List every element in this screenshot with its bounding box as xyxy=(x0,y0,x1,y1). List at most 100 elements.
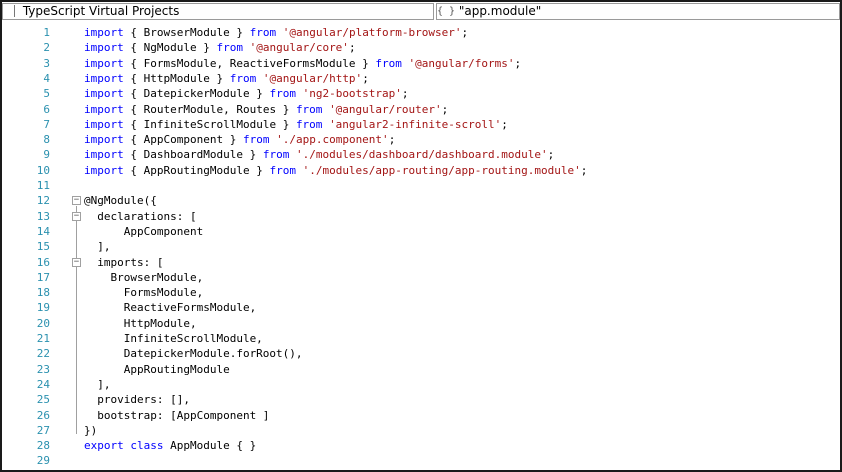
code-line[interactable]: 21 InfiniteScrollModule, xyxy=(2,331,840,346)
string-token: '@angular/forms' xyxy=(408,56,515,70)
code-token: { BrowserModule } xyxy=(123,26,250,39)
code-line[interactable]: 2 import { NgModule } from '@angular/core… xyxy=(2,40,840,55)
line-number: 10 xyxy=(36,163,50,177)
code-token: { DatepickerModule } xyxy=(123,87,270,101)
code-token: providers: [], xyxy=(84,393,190,407)
code-text: providers: [], xyxy=(84,392,190,407)
code-line[interactable]: 4 import { HttpModule } from '@angular/ht… xyxy=(2,71,840,86)
line-number: 28 xyxy=(36,439,50,453)
code-text: }) xyxy=(84,423,97,438)
string-token: '@angular/router' xyxy=(329,102,442,116)
keyword-token: import xyxy=(84,56,124,70)
code-line[interactable]: 5 import { DatepickerModule } from 'ng2-b… xyxy=(2,86,840,101)
keyword-token: from xyxy=(295,117,323,131)
line-number: 29 xyxy=(36,454,50,468)
code-text: import { InfiniteScrollModule } from 'an… xyxy=(84,117,508,132)
keyword-token: from xyxy=(269,87,296,101)
line-number: 27 xyxy=(36,423,50,437)
keyword-token: from xyxy=(249,26,277,39)
code-text: import { DatepickerModule } from 'ng2-bo… xyxy=(84,86,409,101)
code-line[interactable]: 6 import { RouterModule, Routes } from '@… xyxy=(2,102,840,117)
code-text: import { AppComponent } from './app.comp… xyxy=(84,132,395,147)
line-number: 19 xyxy=(36,301,50,315)
code-line[interactable]: 24 ], xyxy=(2,377,840,392)
code-token: { RouterModule, Routes } xyxy=(123,102,296,116)
string-token: '@angular/core' xyxy=(249,41,349,55)
code-line[interactable]: 12 − @NgModule({ xyxy=(2,193,840,208)
code-text: ReactiveFormsModule, xyxy=(84,300,256,315)
code-line[interactable]: 26 bootstrap: [AppComponent ] xyxy=(2,408,840,423)
code-token: AppComponent xyxy=(84,224,204,238)
code-token: @NgModule({ xyxy=(84,194,157,208)
code-line[interactable]: 27}) xyxy=(2,423,840,438)
code-token: AppRoutingModule xyxy=(84,362,230,376)
code-line[interactable]: 15 ], xyxy=(2,239,840,254)
code-line[interactable]: 13 − declarations: [ xyxy=(2,209,840,224)
code-text: import { BrowserModule } from '@angular/… xyxy=(84,25,468,40)
code-text: DatepickerModule.forRoot(), xyxy=(84,346,303,361)
code-text: bootstrap: [AppComponent ] xyxy=(84,408,269,423)
collapse-minus-icon[interactable]: − xyxy=(72,211,81,221)
code-token: ReactiveFormsModule, xyxy=(84,301,257,315)
code-token: HttpModule, xyxy=(84,316,197,330)
keyword-token: from xyxy=(242,133,270,147)
keyword-token: from xyxy=(295,102,323,116)
code-line[interactable]: 7 import { InfiniteScrollModule } from 'a… xyxy=(2,117,840,132)
navigation-bar: TypeScript Virtual Projects { } "app.mod… xyxy=(2,2,840,21)
code-editor[interactable]: 1 import { BrowserModule } from '@angular… xyxy=(2,22,840,470)
code-line[interactable]: 1 import { BrowserModule } from '@angular… xyxy=(2,25,840,40)
code-text: import { HttpModule } from '@angular/htt… xyxy=(84,71,369,86)
string-token: 'ng2-bootstrap' xyxy=(302,87,402,101)
code-line[interactable]: 3 import { FormsModule, ReactiveFormsModu… xyxy=(2,56,840,71)
code-line[interactable]: 14 AppComponent xyxy=(2,224,840,239)
keyword-token: import xyxy=(84,41,124,55)
code-token: ; xyxy=(501,117,508,131)
code-line[interactable]: 22 DatepickerModule.forRoot(), xyxy=(2,346,840,361)
line-number: 11 xyxy=(36,179,50,192)
keyword-token: from xyxy=(269,163,296,177)
code-line[interactable]: 25 providers: [], xyxy=(2,392,840,407)
code-token: { AppRoutingModule } xyxy=(123,163,270,177)
code-token: }) xyxy=(84,423,98,437)
code-line[interactable]: 9 import { DashboardModule } from './modu… xyxy=(2,147,840,162)
code-token: ; xyxy=(580,163,588,177)
code-token: ; xyxy=(401,87,409,101)
code-line[interactable]: 29 xyxy=(2,453,840,468)
member-dropdown[interactable]: { } "app.module" xyxy=(436,3,840,20)
line-number: 23 xyxy=(36,362,50,376)
collapse-minus-icon[interactable]: − xyxy=(72,196,81,206)
code-line[interactable]: 19 ReactiveFormsModule, xyxy=(2,300,840,315)
braces-icon: { } xyxy=(437,6,456,17)
code-line[interactable]: 10 import { AppRoutingModule } from './mo… xyxy=(2,163,840,178)
code-line[interactable]: 8 import { AppComponent } from './app.com… xyxy=(2,132,840,147)
keyword-token: from xyxy=(375,56,402,70)
code-line[interactable]: 11 xyxy=(2,178,840,193)
code-line[interactable]: 16 − imports: [ xyxy=(2,255,840,270)
code-text: import { DashboardModule } from './modul… xyxy=(84,147,554,162)
line-number: 5 xyxy=(43,87,50,101)
code-token: DatepickerModule.forRoot(), xyxy=(84,347,303,361)
code-line[interactable]: 28 export class AppModule { } xyxy=(2,438,840,453)
project-dropdown[interactable]: TypeScript Virtual Projects xyxy=(2,3,434,20)
code-text: BrowserModule, xyxy=(84,270,203,285)
keyword-token: import xyxy=(84,26,124,39)
string-token: './modules/app-routing/app-routing.modul… xyxy=(302,163,581,177)
collapse-minus-icon[interactable]: − xyxy=(72,257,81,267)
code-line[interactable]: 20 HttpModule, xyxy=(2,316,840,331)
code-line[interactable]: 17 BrowserModule, xyxy=(2,270,840,285)
line-number: 2 xyxy=(43,41,50,55)
line-number: 17 xyxy=(36,270,50,284)
line-number: 8 xyxy=(43,133,50,147)
code-text: AppComponent xyxy=(84,224,203,239)
string-token: '@angular/http' xyxy=(262,71,363,85)
line-number: 7 xyxy=(43,117,50,131)
code-token: ; xyxy=(362,71,369,85)
keyword-token: import xyxy=(84,87,124,101)
code-line[interactable]: 23 AppRoutingModule xyxy=(2,362,840,377)
line-number: 14 xyxy=(36,224,50,238)
code-line[interactable]: 18 FormsModule, xyxy=(2,285,840,300)
keyword-token: export xyxy=(84,439,124,453)
keyword-token: from xyxy=(216,41,243,55)
code-token: bootstrap: [AppComponent ] xyxy=(84,408,270,422)
